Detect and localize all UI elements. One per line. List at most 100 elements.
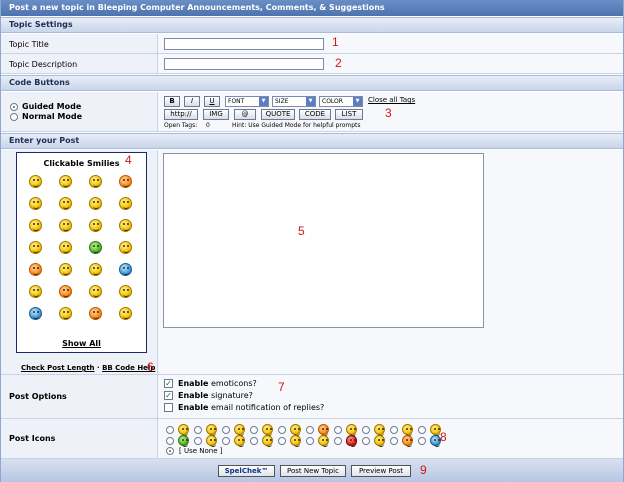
post-options-row: Post Options ✓ Enable emoticons? ✓ Enabl… — [1, 375, 623, 419]
post-icon-radio[interactable] — [362, 426, 370, 434]
preview-post-button[interactable]: Preview Post — [351, 465, 411, 477]
post-help-links: Check Post Length · BB Code Help — [21, 364, 155, 372]
smiley-icon[interactable] — [89, 175, 102, 188]
post-icon-radio[interactable] — [334, 426, 342, 434]
post-icon-radio[interactable] — [306, 426, 314, 434]
open-tags-label: Open Tags: — [164, 122, 198, 129]
post-icon-radio[interactable] — [390, 437, 398, 445]
emoticons-checkbox[interactable]: ✓ — [164, 379, 173, 388]
smiley-icon[interactable] — [89, 263, 102, 276]
chevron-down-icon: ▼ — [259, 97, 268, 106]
email-button[interactable]: @ — [234, 109, 256, 120]
smiley-icon[interactable] — [119, 219, 132, 232]
post-icon-smiley-icon — [234, 435, 245, 447]
post-icon-smiley-icon — [234, 424, 245, 436]
smiley-icon[interactable] — [119, 285, 132, 298]
post-icon-radio[interactable] — [166, 426, 174, 434]
guided-mode-radio[interactable] — [10, 103, 18, 111]
underline-button[interactable]: U — [204, 96, 220, 107]
list-button[interactable]: LIST — [335, 109, 363, 120]
smiley-icon[interactable] — [29, 197, 42, 210]
smiley-icon[interactable] — [89, 241, 102, 254]
post-icon-smiley-icon — [346, 435, 357, 447]
email-notification-checkbox[interactable] — [164, 403, 173, 412]
quote-button[interactable]: QUOTE — [261, 109, 295, 120]
marker-2: 2 — [335, 56, 342, 70]
smiley-icon[interactable] — [119, 241, 132, 254]
smiley-icon[interactable] — [119, 175, 132, 188]
smiley-icon[interactable] — [59, 219, 72, 232]
normal-mode-label: Normal Mode — [22, 112, 83, 121]
marker-1: 1 — [332, 35, 339, 49]
smiley-icon[interactable] — [59, 263, 72, 276]
use-none-radio[interactable] — [166, 447, 174, 455]
email-notification-option: Enable email notification of replies? — [178, 403, 325, 412]
normal-mode-radio[interactable] — [10, 113, 18, 121]
post-icon-smiley-icon — [178, 435, 189, 447]
post-icon-radio[interactable] — [334, 437, 342, 445]
post-icon-smiley-icon — [346, 424, 357, 436]
smiley-icon[interactable] — [29, 307, 42, 320]
hint-text: Hint: Use Guided Mode for helpful prompt… — [232, 122, 361, 129]
smiley-icon[interactable] — [59, 197, 72, 210]
post-icon-radio[interactable] — [278, 437, 286, 445]
signature-option: Enable signature? — [178, 391, 253, 400]
topic-title-label: Topic Title — [9, 40, 49, 49]
post-icon-radio[interactable] — [362, 437, 370, 445]
code-button[interactable]: CODE — [299, 109, 331, 120]
smiley-icon[interactable] — [89, 307, 102, 320]
smiley-icon[interactable] — [59, 241, 72, 254]
color-select[interactable]: COLOR ▼ — [319, 96, 363, 107]
topic-title-row: Topic Title 1 — [1, 34, 623, 54]
spellcheck-button[interactable]: SpelChek™ — [218, 465, 275, 477]
smiley-icon[interactable] — [119, 307, 132, 320]
use-none-label: [ Use None ] — [179, 447, 223, 455]
smiley-icon[interactable] — [29, 263, 42, 276]
post-icon-radio[interactable] — [278, 426, 286, 434]
smiley-icon[interactable] — [29, 175, 42, 188]
submit-bar: SpelChek™ Post New Topic Preview Post 9 — [1, 459, 623, 482]
smiley-icon[interactable] — [59, 307, 72, 320]
post-icon-radio[interactable] — [418, 426, 426, 434]
show-all-link[interactable]: Show All — [17, 339, 146, 348]
close-all-tags-link[interactable]: Close all Tags — [368, 96, 415, 104]
bold-button[interactable]: B — [164, 96, 180, 107]
post-icon-radio[interactable] — [390, 426, 398, 434]
post-icon-smiley-icon — [318, 424, 329, 436]
code-buttons-row: Guided Mode Normal Mode B I U FONT ▼ SIZE… — [1, 92, 623, 132]
post-icon-radio[interactable] — [250, 437, 258, 445]
smiley-icon[interactable] — [89, 285, 102, 298]
post-icon-radio[interactable] — [250, 426, 258, 434]
post-icon-radio[interactable] — [306, 437, 314, 445]
check-post-length-link[interactable]: Check Post Length — [21, 364, 95, 372]
smiley-icon[interactable] — [29, 219, 42, 232]
smiley-icon[interactable] — [119, 197, 132, 210]
marker-7: 7 — [278, 380, 285, 394]
post-body-textarea[interactable] — [163, 153, 484, 328]
section-title: Enter your Post — [9, 136, 80, 145]
size-select[interactable]: SIZE ▼ — [272, 96, 316, 107]
smiley-icon[interactable] — [59, 175, 72, 188]
font-select[interactable]: FONT ▼ — [225, 96, 269, 107]
post-icon-radio[interactable] — [418, 437, 426, 445]
topic-description-input[interactable] — [164, 58, 324, 70]
smiley-icon[interactable] — [119, 263, 132, 276]
topic-title-input[interactable] — [164, 38, 324, 50]
smiley-icon[interactable] — [89, 197, 102, 210]
post-icon-radio[interactable] — [166, 437, 174, 445]
http-button[interactable]: http:// — [164, 109, 198, 120]
post-icon-radio[interactable] — [222, 437, 230, 445]
smiley-icon[interactable] — [29, 241, 42, 254]
section-enter-post: Enter your Post — [1, 133, 623, 149]
smiley-icon[interactable] — [29, 285, 42, 298]
post-icon-radio[interactable] — [222, 426, 230, 434]
img-button[interactable]: IMG — [203, 109, 229, 120]
post-new-topic-button[interactable]: Post New Topic — [280, 465, 346, 477]
post-icon-radio[interactable] — [194, 426, 202, 434]
signature-checkbox[interactable]: ✓ — [164, 391, 173, 400]
post-icon-radio[interactable] — [194, 437, 202, 445]
smiley-icon[interactable] — [59, 285, 72, 298]
chevron-down-icon: ▼ — [306, 97, 315, 106]
italic-button[interactable]: I — [184, 96, 200, 107]
smiley-icon[interactable] — [89, 219, 102, 232]
